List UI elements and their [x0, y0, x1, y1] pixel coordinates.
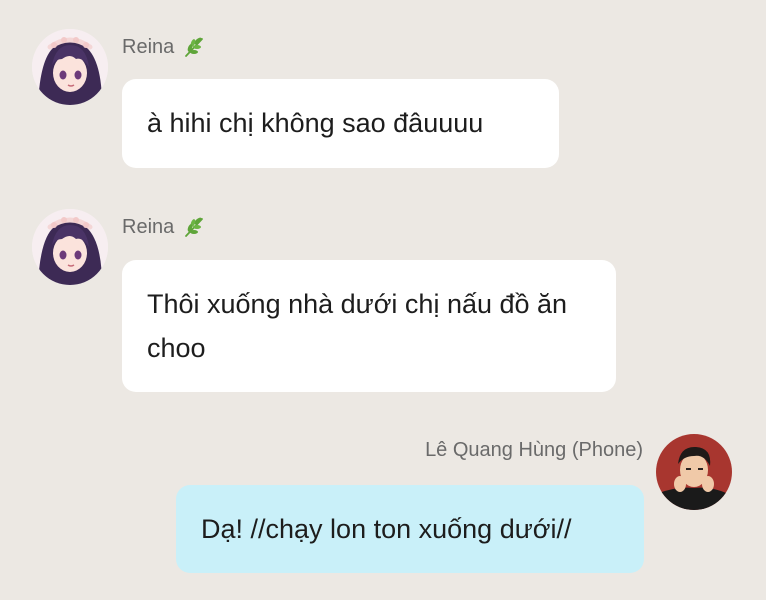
- sender-name: Lê Quang Hùng (Phone): [425, 439, 643, 462]
- message-bubble[interactable]: Dạ! //chạy lon ton xuống dưới//: [176, 485, 644, 573]
- message-text: à hihi chị không sao đâuuuu: [147, 108, 484, 138]
- sender-name: Reina: [122, 34, 208, 60]
- message-text: Dạ! //chạy lon ton xuống dưới//: [201, 514, 572, 544]
- sender-name-label: Lê Quang Hùng (Phone): [425, 439, 643, 461]
- sender-name-label: Reina: [122, 35, 175, 58]
- message-bubble[interactable]: Thôi xuống nhà dưới chị nấu đồ ăn choo: [122, 260, 616, 392]
- message-text: Thôi xuống nhà dưới chị nấu đồ ăn choo: [147, 289, 568, 363]
- reina-avatar[interactable]: [32, 29, 108, 105]
- sender-name: Reina: [122, 214, 208, 240]
- message-bubble[interactable]: à hihi chị không sao đâuuuu: [122, 79, 559, 168]
- le-quang-hung-avatar[interactable]: [656, 434, 732, 510]
- leaf-icon: [185, 217, 204, 237]
- leaf-icon: [185, 37, 204, 57]
- reina-avatar[interactable]: [32, 209, 108, 285]
- sender-name-label: Reina: [122, 215, 175, 238]
